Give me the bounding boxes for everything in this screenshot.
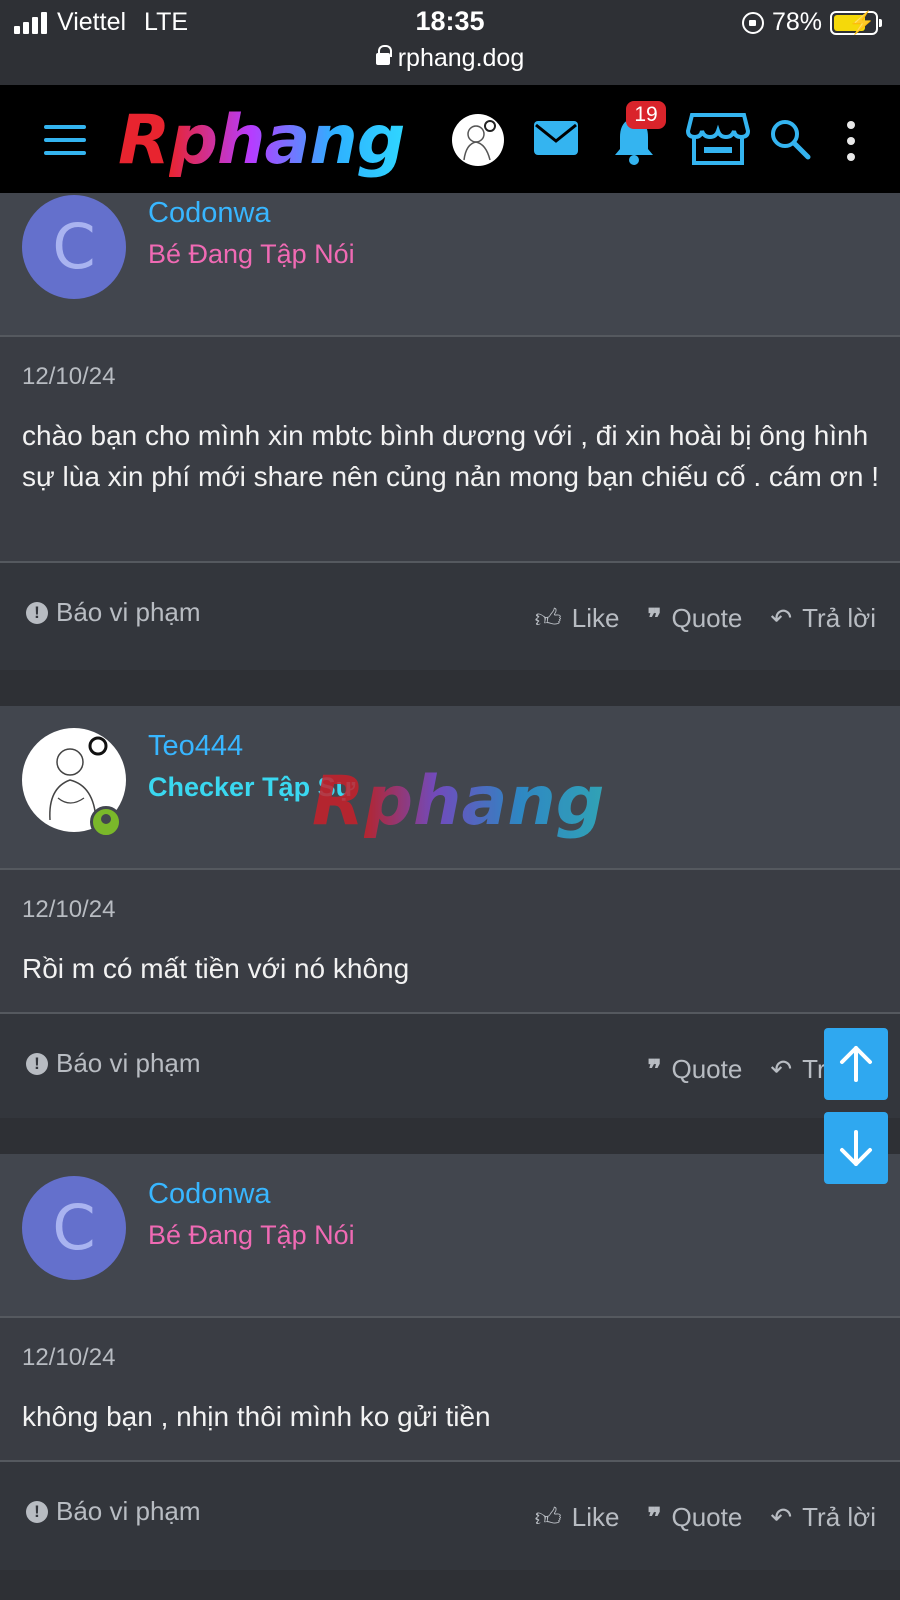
scroll-bottom-button[interactable] (824, 1112, 888, 1184)
site-logo[interactable]: Rphang (118, 101, 405, 180)
user-title: Bé Đang Tập Nói (148, 1220, 355, 1250)
battery-icon: ⚡ (830, 10, 882, 35)
menu-icon[interactable] (44, 125, 86, 155)
report-icon: ! (26, 1500, 48, 1523)
thumbs-up-icon: 👍︎ (534, 603, 562, 633)
post-3: C Codonwa Bé Đang Tập Nói 12/10/24 không… (0, 1154, 900, 1570)
arrow-up-icon (840, 1046, 872, 1082)
quote-icon: ❞ (647, 1502, 662, 1532)
quote-icon: ❞ (647, 603, 662, 633)
report-button[interactable]: ! Báo vi phạm (26, 597, 201, 628)
post-3-header: C Codonwa Bé Đang Tập Nói (0, 1154, 900, 1318)
rotation-lock-icon (741, 11, 764, 34)
username[interactable]: Codonwa (148, 1178, 271, 1211)
post-body: không bạn , nhịn thôi mình ko gửi tiền (22, 1401, 491, 1432)
search-icon[interactable] (768, 117, 812, 161)
quote-icon: ❞ (647, 1054, 662, 1084)
post-date[interactable]: 12/10/24 (22, 1344, 115, 1372)
arrow-down-icon (840, 1130, 872, 1166)
url-text: rphang.dog (397, 44, 525, 72)
watermark-logo: Rphang (312, 762, 605, 841)
report-icon: ! (26, 1052, 48, 1075)
post-1: C Codonwa Bé Đang Tập Nói 12/10/24 chào … (0, 193, 900, 670)
account-avatar[interactable] (452, 114, 504, 166)
reply-icon: ↶ (770, 603, 793, 633)
reply-icon: ↶ (770, 1502, 793, 1532)
store-icon[interactable] (685, 111, 751, 167)
post-actions: 👍︎ Like ❞ Quote ↶ Trả lời (535, 603, 876, 634)
post-date[interactable]: 12/10/24 (22, 363, 115, 391)
lock-icon (375, 45, 392, 65)
post-3-footer: ! Báo vi phạm 👍︎ Like ❞ Quote ↶ Trả lời (0, 1460, 900, 1570)
user-title: Bé Đang Tập Nói (148, 239, 355, 269)
user-avatar[interactable]: C (22, 1176, 126, 1280)
report-button[interactable]: ! Báo vi phạm (26, 1048, 201, 1079)
username[interactable]: Teo444 (148, 730, 243, 763)
post-1-footer: ! Báo vi phạm 👍︎ Like ❞ Quote ↶ Trả lời (0, 561, 900, 670)
quote-button[interactable]: ❞ Quote (648, 1502, 743, 1533)
post-1-header: C Codonwa Bé Đang Tập Nói (0, 193, 900, 337)
mail-icon[interactable] (534, 121, 578, 155)
post-separator (0, 1118, 900, 1154)
post-separator (0, 670, 900, 706)
user-avatar[interactable]: C (22, 195, 126, 299)
like-button[interactable]: 👍︎ Like (535, 603, 620, 634)
quote-button[interactable]: ❞ Quote (648, 603, 743, 634)
scroll-top-button[interactable] (824, 1028, 888, 1100)
status-bar: Viettel LTE 18:35 rphang.dog 78% ⚡ (0, 0, 900, 85)
post-2-footer: !Báo vi phạm ❞Quote ↶Trả lời (0, 1012, 900, 1118)
reply-button[interactable]: ↶Trả lời (770, 1502, 876, 1533)
report-icon: ! (26, 601, 48, 624)
notification-badge: 19 (626, 101, 666, 129)
post-body: Rồi m có mất tiền với nó không (22, 953, 410, 984)
reply-icon: ↶ (770, 1054, 793, 1084)
reply-button[interactable]: ↶Trả lời (770, 603, 876, 634)
like-button[interactable]: 👍︎ Like (535, 1502, 620, 1533)
username[interactable]: Codonwa (148, 197, 271, 230)
post-body: chào bạn cho mình xin mbtc bình dương vớ… (22, 420, 880, 492)
quote-button[interactable]: ❞ Quote (648, 1054, 743, 1085)
battery-percent: 78% (771, 8, 822, 36)
thumbs-up-icon: 👍︎ (534, 1502, 562, 1532)
more-options-icon[interactable] (846, 121, 856, 161)
top-nav: Rphang 19 (0, 85, 900, 193)
report-button[interactable]: ! Báo vi phạm (26, 1496, 201, 1527)
post-actions: 👍︎ Like ❞ Quote ↶ Trả lời (535, 1502, 876, 1533)
page: Viettel LTE 18:35 rphang.dog 78% ⚡ Rphan… (0, 0, 900, 1600)
post-date[interactable]: 12/10/24 (22, 896, 115, 924)
status-right: 78% ⚡ (741, 8, 882, 37)
url-bar[interactable]: rphang.dog (0, 44, 900, 73)
online-status-icon (90, 806, 122, 838)
